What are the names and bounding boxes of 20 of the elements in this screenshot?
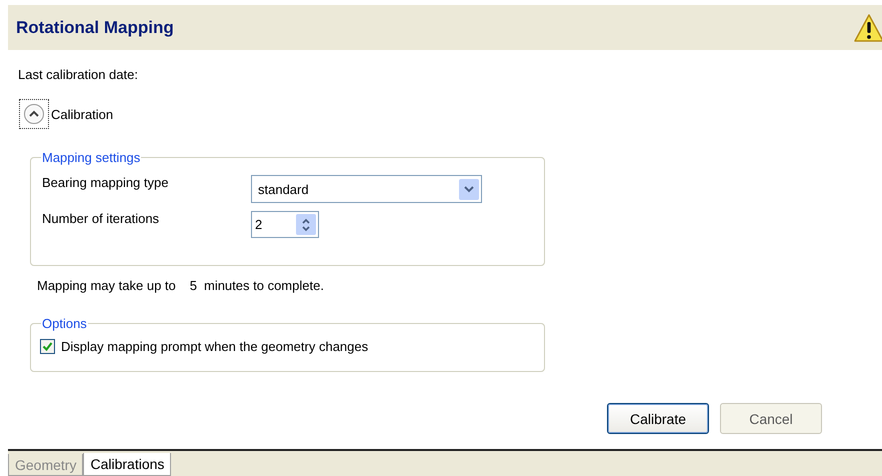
last-calibration-label: Last calibration date: bbox=[18, 67, 139, 82]
group-legend: Options bbox=[41, 316, 88, 331]
expander-button[interactable] bbox=[19, 99, 49, 129]
panel-title: Rotational Mapping bbox=[16, 18, 174, 38]
tab[interactable]: Calibrations bbox=[83, 453, 172, 476]
spin-arrows-icon bbox=[296, 214, 316, 235]
warning-icon bbox=[854, 12, 882, 42]
duration-text: minutes to complete. bbox=[204, 278, 324, 293]
iterations-spinner[interactable]: 2 bbox=[251, 211, 319, 238]
duration-text: Mapping may take up to bbox=[37, 278, 176, 293]
checkbox-label: Display mapping prompt when the geometry changes bbox=[61, 339, 368, 354]
checkbox[interactable] bbox=[40, 339, 55, 354]
bearing-type-dropdown[interactable]: standard bbox=[251, 175, 482, 203]
field-label: Bearing mapping type bbox=[42, 175, 170, 190]
duration-minutes: 5 bbox=[190, 278, 197, 293]
dialog-button[interactable]: Calibrate bbox=[607, 403, 709, 434]
group-legend: Mapping settings bbox=[41, 150, 142, 165]
expander-label: Calibration bbox=[51, 106, 114, 122]
chevron-down-icon bbox=[459, 178, 479, 200]
field-label: Number of iterations bbox=[42, 211, 160, 226]
